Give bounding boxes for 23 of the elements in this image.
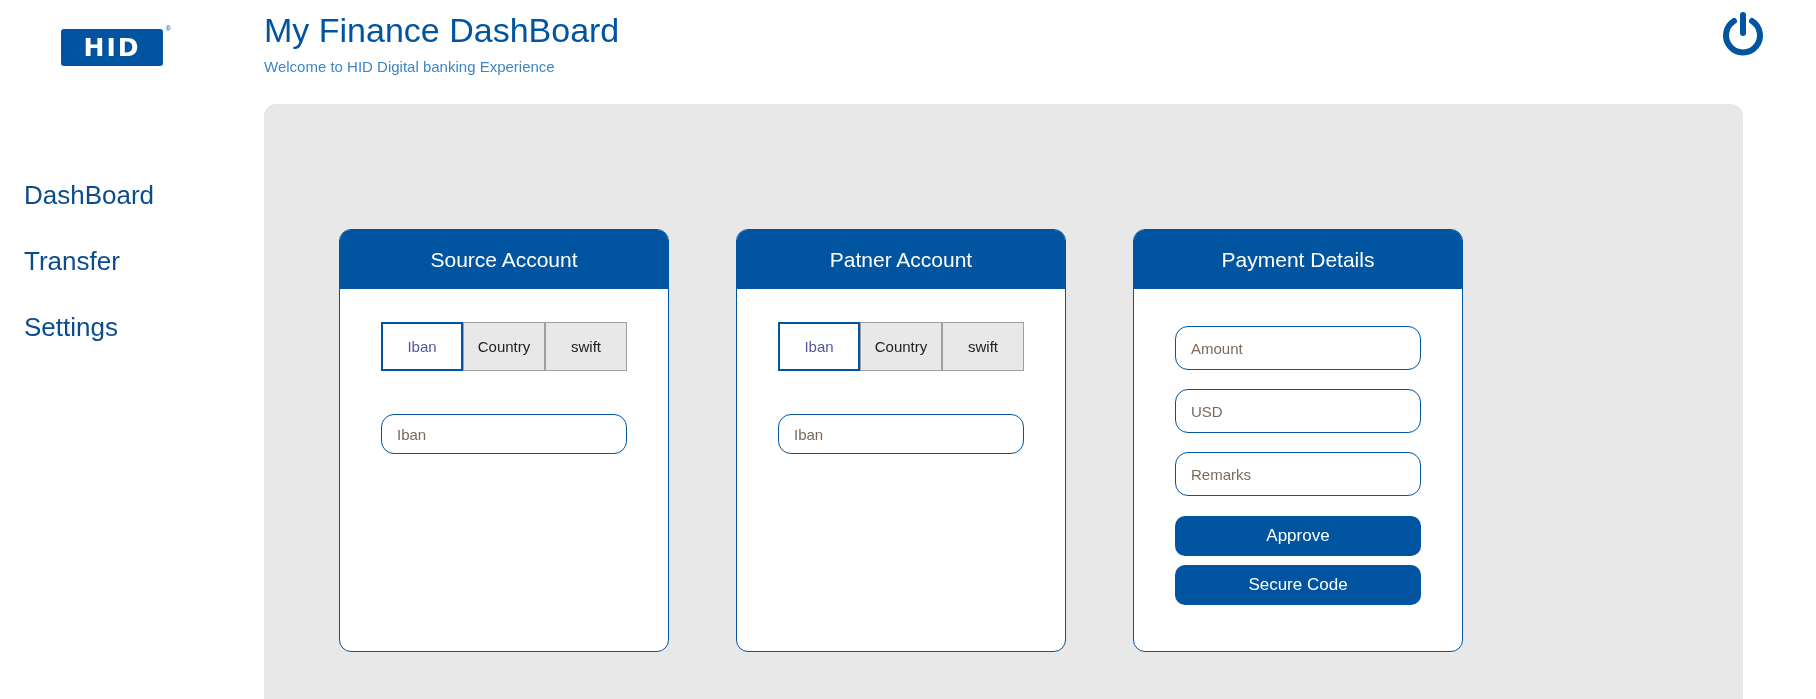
page-subtitle: Welcome to HID Digital banking Experience [264, 58, 556, 75]
sidebar-item[interactable]: Settings [24, 312, 118, 342]
logo: HID [61, 29, 163, 66]
input-field[interactable]: Amount [1175, 326, 1421, 370]
input-field[interactable]: Iban [778, 414, 1024, 454]
sidebar-item[interactable]: DashBoard [24, 180, 155, 210]
input-field[interactable]: Iban [381, 414, 627, 454]
action-button[interactable]: Approve [1175, 516, 1421, 556]
sidebar-item[interactable]: Transfer [24, 246, 120, 276]
action-button[interactable]: Secure Code [1175, 565, 1421, 605]
input-field[interactable]: Remarks [1175, 452, 1421, 496]
tab[interactable]: Iban [778, 322, 860, 371]
card-title: Payment Details [1134, 230, 1462, 289]
tab[interactable]: Country [463, 322, 545, 371]
tab[interactable]: Iban [381, 322, 463, 371]
page-title: My Finance DashBoard [264, 10, 620, 50]
tab[interactable]: swift [942, 322, 1024, 371]
input-field[interactable]: USD [1175, 389, 1421, 433]
tab[interactable]: swift [545, 322, 627, 371]
card-title: Patner Account [737, 230, 1065, 289]
power-icon[interactable] [1720, 11, 1766, 57]
card-title: Source Account [340, 230, 668, 289]
tab[interactable]: Country [860, 322, 942, 371]
